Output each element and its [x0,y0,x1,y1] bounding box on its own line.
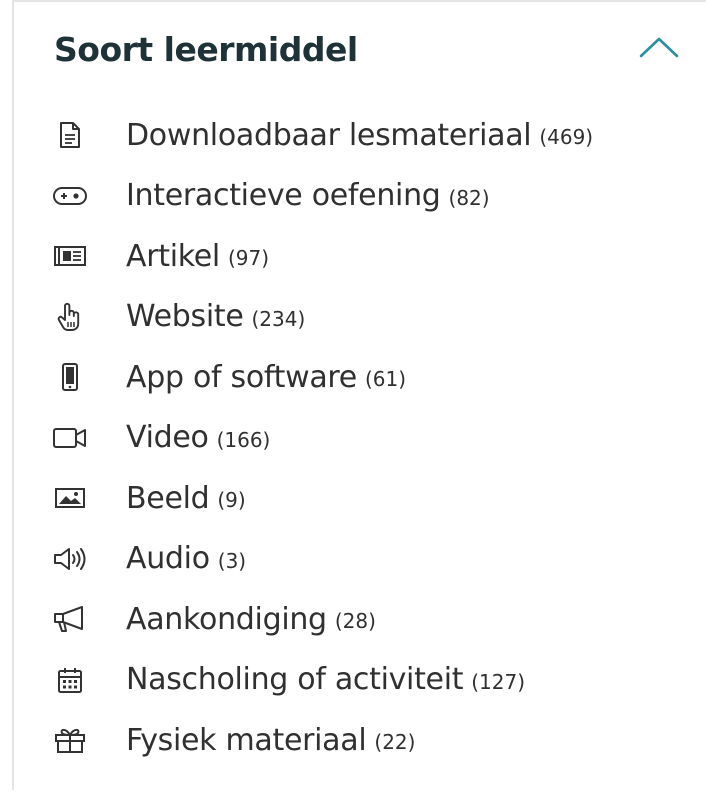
option-count: (234) [251,306,306,331]
option-count: (9) [217,488,246,513]
video-camera-icon [52,423,88,453]
gamepad-icon [52,181,88,211]
filter-panel: Soort leermiddel Downloadbaar lesmateria… [12,0,706,790]
option-count: (127) [471,669,525,694]
option-label: Downloadbaar lesmateriaal [126,117,532,153]
option-count: (22) [374,730,416,755]
filter-option-downloadbaar-lesmateriaal[interactable]: Downloadbaar lesmateriaal (469) [52,105,672,166]
option-label: Aankondiging [126,601,327,637]
filter-option-app-of-software[interactable]: App of software (61) [52,347,672,408]
option-label: App of software [126,359,357,395]
filter-option-nascholing-of-activiteit[interactable]: Nascholing of activiteit (127) [52,650,672,711]
filter-title: Soort leermiddel [54,29,358,69]
filter-option-website[interactable]: Website (234) [52,287,672,348]
filter-header[interactable]: Soort leermiddel [54,24,684,74]
newspaper-icon [52,241,88,271]
option-count: (28) [334,609,376,634]
option-label: Website [126,299,244,335]
document-icon [52,120,88,150]
option-label: Fysiek materiaal [126,722,367,758]
filter-option-video[interactable]: Video (166) [52,408,672,469]
collapse-toggle-button[interactable] [634,29,684,69]
option-count: (166) [216,427,271,452]
filter-option-interactieve-oefening[interactable]: Interactieve oefening (82) [52,166,672,227]
image-icon [52,483,88,513]
speaker-icon [52,544,88,574]
filter-option-fysiek-materiaal[interactable]: Fysiek materiaal (22) [52,710,672,771]
option-label: Video [126,420,209,456]
megaphone-icon [52,604,88,634]
option-count: (469) [539,125,594,150]
option-label: Nascholing of activiteit [126,662,464,698]
filter-option-audio[interactable]: Audio (3) [52,529,672,590]
chevron-up-icon [639,36,679,62]
filter-option-aankondiging[interactable]: Aankondiging (28) [52,589,672,650]
option-label: Artikel [126,238,220,274]
filter-option-beeld[interactable]: Beeld (9) [52,468,672,529]
filter-options-list: Downloadbaar lesmateriaal (469) Interact… [52,105,672,771]
option-count: (82) [448,185,490,210]
smartphone-icon [52,362,88,392]
gift-box-icon [52,725,88,755]
pointer-hand-icon [52,302,88,332]
option-label: Beeld [126,480,210,516]
option-count: (3) [217,548,247,573]
option-label: Interactieve oefening [126,178,441,214]
option-count: (61) [364,367,406,392]
filter-option-artikel[interactable]: Artikel (97) [52,226,672,287]
option-label: Audio [126,541,210,577]
calendar-icon [52,665,88,695]
option-count: (97) [227,246,270,271]
